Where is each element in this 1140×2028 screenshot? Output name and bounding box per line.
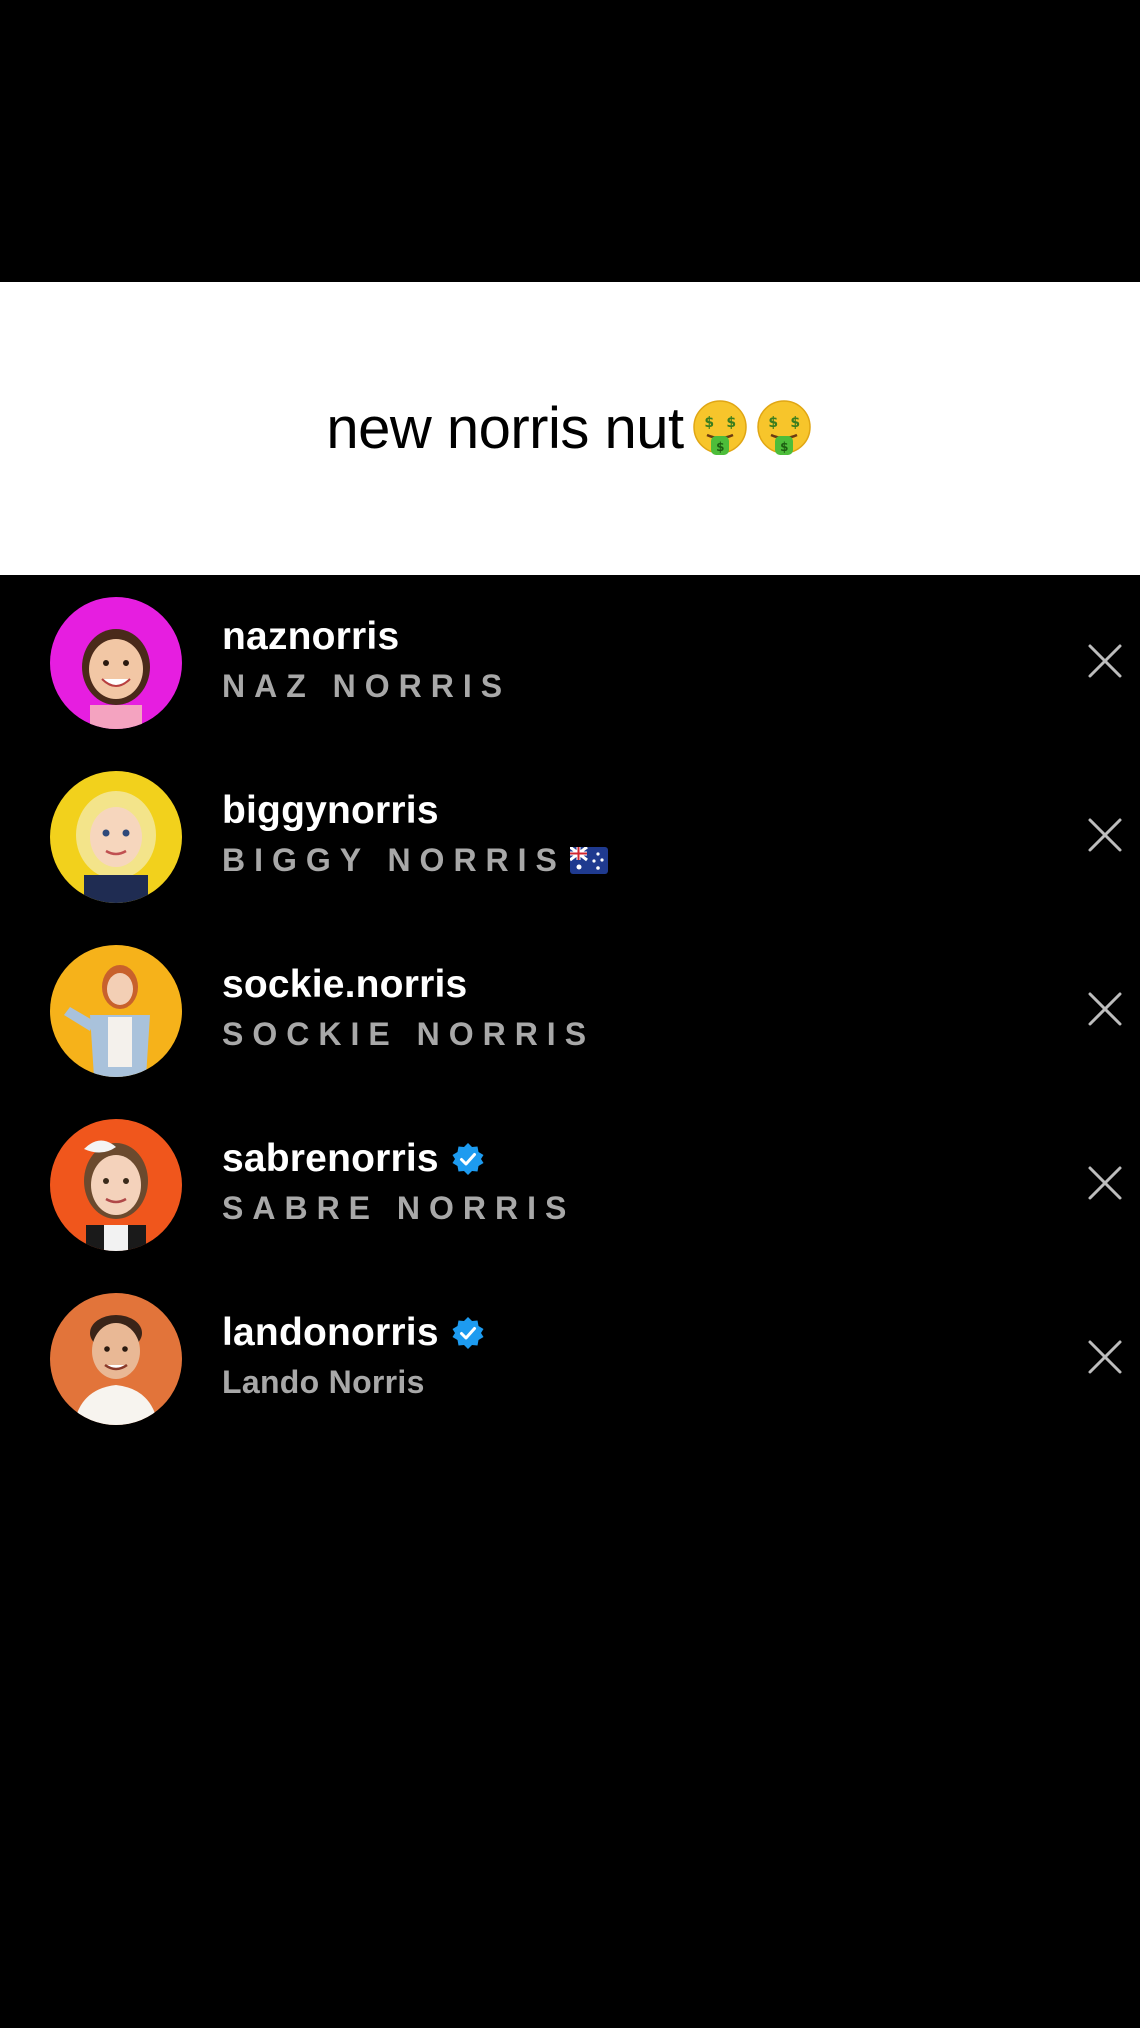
verified-badge-icon — [452, 1317, 484, 1349]
account-names: sockie.norris SOCKIE NORRIS — [222, 961, 595, 1057]
username-line: naznorris — [222, 613, 511, 661]
caption-banner: new norris nut $ $ $ $ $ $ — [0, 282, 1140, 575]
avatar[interactable] — [50, 771, 182, 903]
svg-text:$: $ — [726, 415, 735, 431]
list-item[interactable]: landonorris Lando Norris — [0, 1271, 1140, 1445]
username[interactable]: sockie.norris — [222, 963, 467, 1007]
account-names: sabrenorris SABRE NORRIS — [222, 1135, 575, 1231]
full-name: NAZ NORRIS — [222, 667, 512, 704]
list-item[interactable]: naznorris NAZ NORRIS — [0, 575, 1140, 749]
full-name: SOCKIE NORRIS — [222, 1015, 596, 1052]
avatar[interactable] — [50, 597, 182, 729]
close-icon[interactable] — [1082, 1334, 1128, 1380]
username-line: sabrenorris — [222, 1135, 575, 1183]
close-icon[interactable] — [1082, 812, 1128, 858]
caption-text: new norris nut — [326, 396, 684, 461]
username[interactable]: landonorris — [222, 1311, 439, 1355]
list-item[interactable]: biggynorris BIGGY NORRIS — [0, 749, 1140, 923]
account-names: naznorris NAZ NORRIS — [222, 613, 511, 709]
avatar[interactable] — [50, 1293, 182, 1425]
username[interactable]: naznorris — [222, 615, 399, 659]
svg-text:$: $ — [780, 440, 788, 454]
money-mouth-face-icon: $ $ $ — [756, 399, 811, 455]
caption: new norris nut $ $ $ $ $ $ — [326, 395, 813, 462]
full-name: Lando Norris — [222, 1363, 425, 1400]
full-name: BIGGY NORRIS — [222, 841, 566, 878]
caption-emoji-group: $ $ $ $ $ $ — [686, 399, 814, 459]
top-black-area — [0, 0, 1140, 282]
svg-text:$: $ — [704, 415, 713, 431]
username-line: sockie.norris — [222, 961, 595, 1009]
svg-text:$: $ — [768, 415, 777, 431]
close-icon[interactable] — [1082, 1160, 1128, 1206]
close-icon[interactable] — [1082, 986, 1128, 1032]
svg-text:$: $ — [790, 415, 799, 431]
username[interactable]: biggynorris — [222, 789, 439, 833]
username[interactable]: sabrenorris — [222, 1137, 439, 1181]
avatar[interactable] — [50, 1119, 182, 1251]
verified-badge-icon — [452, 1143, 484, 1175]
close-icon[interactable] — [1082, 638, 1128, 684]
list-item[interactable]: sockie.norris SOCKIE NORRIS — [0, 923, 1140, 1097]
full-name: SABRE NORRIS — [222, 1189, 576, 1226]
australia-flag-icon — [569, 846, 608, 874]
full-name-line: BIGGY NORRIS — [222, 837, 608, 883]
username-line: biggynorris — [222, 787, 608, 835]
account-names: biggynorris BIGGY NORRIS — [222, 787, 608, 883]
list-item[interactable]: sabrenorris SABRE NORRIS — [0, 1097, 1140, 1271]
svg-text:$: $ — [716, 440, 724, 454]
money-mouth-face-icon: $ $ $ — [692, 399, 747, 455]
account-names: landonorris Lando Norris — [222, 1309, 485, 1405]
username-line: landonorris — [222, 1309, 485, 1357]
avatar[interactable] — [50, 945, 182, 1077]
